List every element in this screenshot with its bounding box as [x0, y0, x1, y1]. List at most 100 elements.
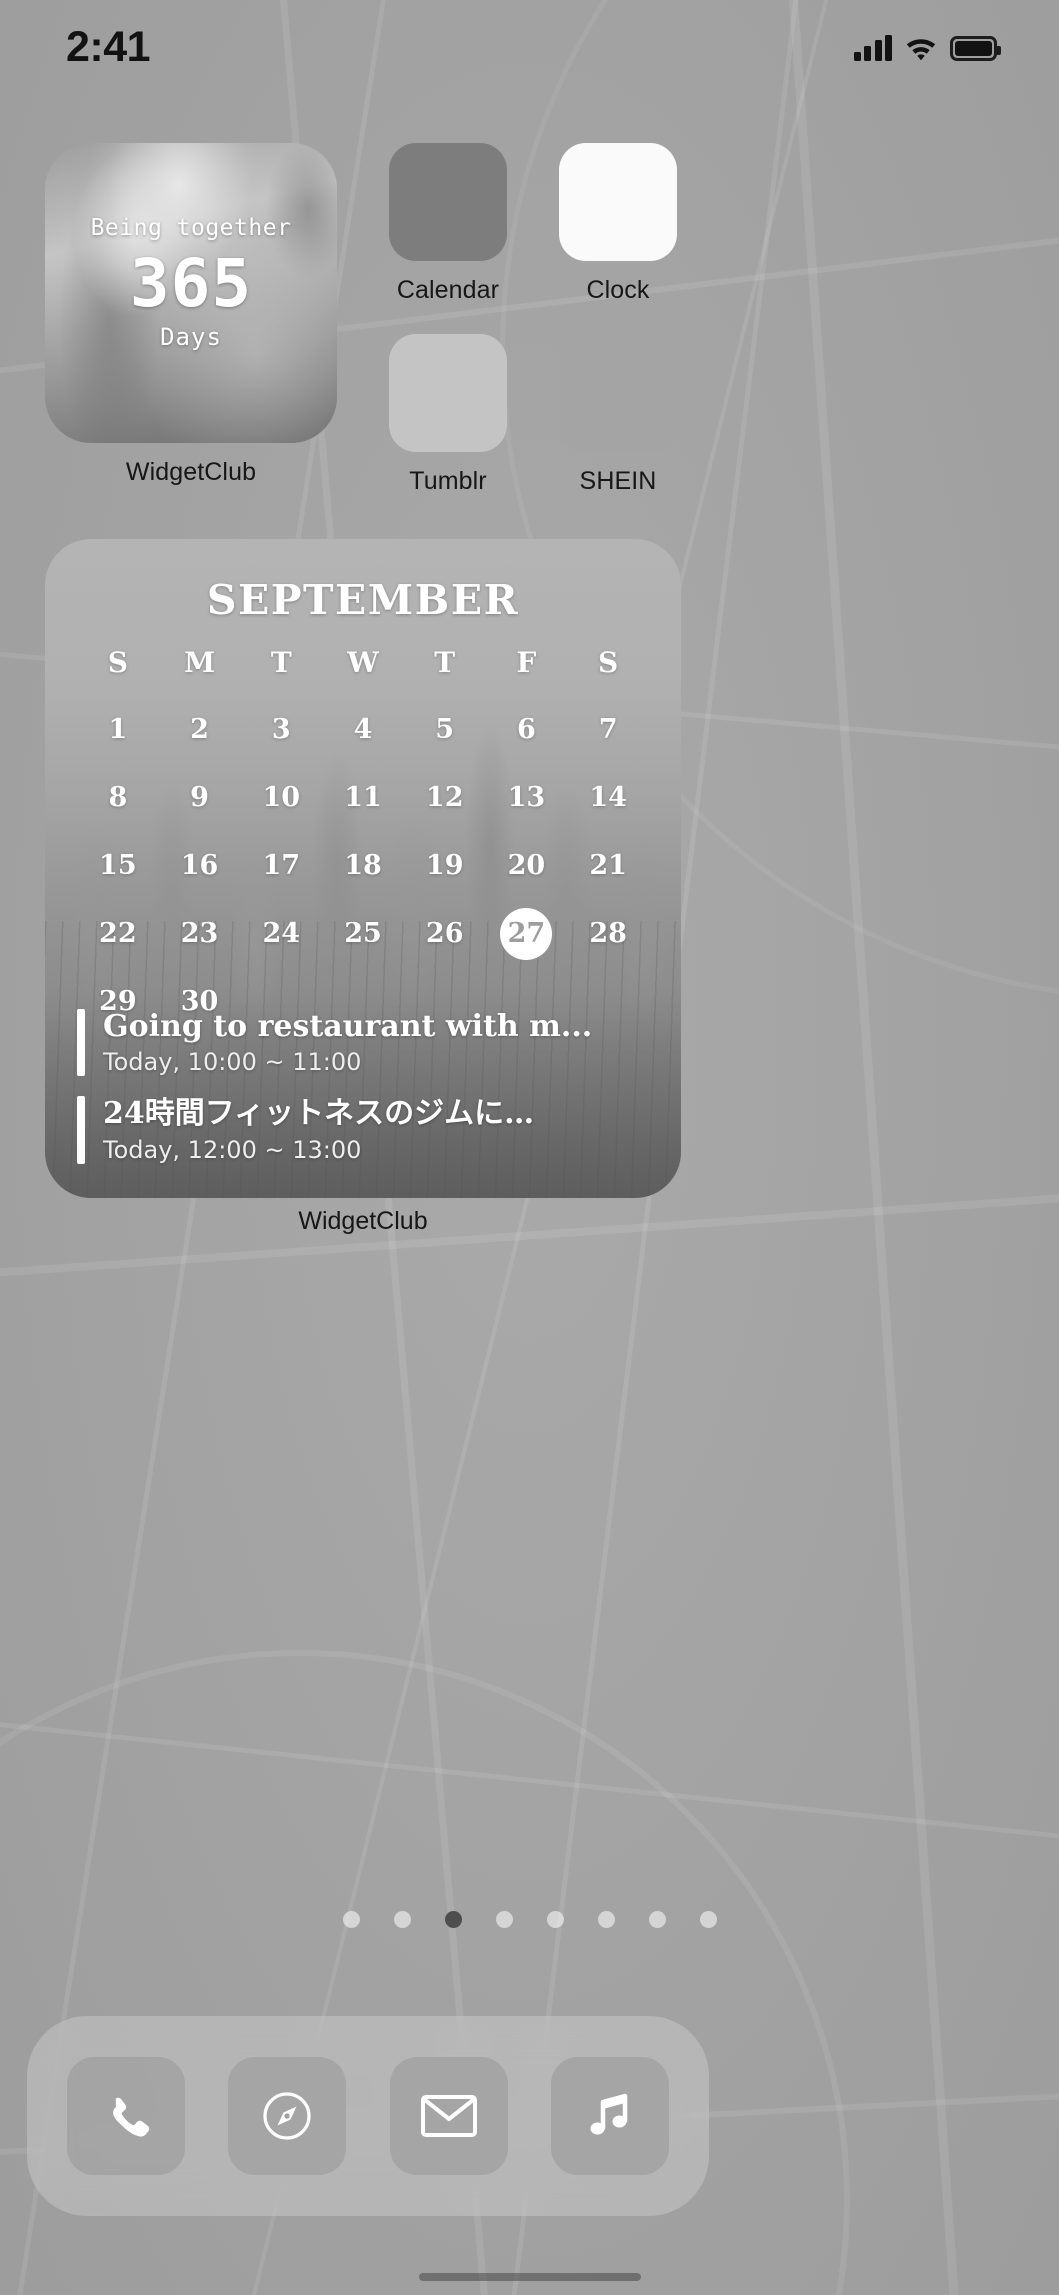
calendar-day[interactable]: 14 [567, 772, 649, 824]
app-icon-calendar[interactable]: Calendar [360, 143, 536, 305]
calendar-day[interactable]: 26 [404, 908, 486, 960]
calendar-day-number: 10 [262, 782, 301, 813]
calendar-event-list[interactable]: Going to restaurant with m... Today, 10:0… [77, 1008, 655, 1164]
calendar-day-number: 6 [517, 714, 536, 745]
event-accent-bar [77, 1008, 85, 1077]
calendar-day[interactable]: 10 [240, 772, 322, 824]
calendar-day[interactable]: 23 [159, 908, 241, 960]
page-dot[interactable] [546, 1911, 564, 1928]
page-dot[interactable] [597, 1911, 615, 1928]
calendar-day-number: 9 [190, 782, 209, 813]
calendar-day-number: 12 [425, 782, 464, 813]
calendar-day[interactable]: 16 [159, 840, 241, 892]
dock-app-phone[interactable] [66, 2057, 185, 2175]
calendar-day-number: 20 [507, 850, 546, 881]
calendar-day-number: 16 [180, 850, 219, 881]
calendar-day[interactable]: 15 [77, 840, 159, 892]
calendar-day[interactable]: 25 [322, 908, 404, 960]
tumblr-app-tile[interactable] [389, 334, 507, 452]
calendar-day-number: 14 [589, 782, 627, 813]
status-bar-indicators [853, 34, 1001, 61]
music-note-icon [590, 2093, 628, 2135]
clock-app-tile[interactable] [559, 143, 677, 261]
calendar-weekday-header: S [107, 646, 128, 679]
calendar-day[interactable]: 4 [322, 704, 404, 756]
calendar-day[interactable]: 9 [159, 772, 241, 824]
calendar-day-number: 28 [589, 918, 627, 949]
calendar-app-tile[interactable] [389, 143, 507, 261]
calendar-weekday-header: M [184, 646, 216, 679]
calendar-day[interactable]: 19 [404, 840, 486, 892]
calendar-day-today[interactable]: 27 [486, 908, 568, 960]
calendar-day[interactable]: 11 [322, 772, 404, 824]
calendar-day-number: 19 [425, 850, 464, 881]
calendar-day[interactable]: 28 [567, 908, 649, 960]
shein-app-tile[interactable] [559, 334, 677, 452]
calendar-day[interactable]: 7 [567, 704, 649, 756]
calendar-day[interactable]: 6 [486, 704, 568, 756]
calendar-grid[interactable]: S M T W T F S 1 2 3 4 5 6 7 8 9 10 11 12 13 14 15 16 17 18 19 20 21… [77, 646, 649, 1028]
envelope-icon [420, 2095, 477, 2137]
cellular-signal-icon [853, 34, 892, 61]
calendar-day-number: 11 [344, 782, 382, 813]
page-indicator-dots[interactable] [0, 1911, 1059, 1928]
calendar-weekday-header: F [516, 646, 537, 679]
home-screen: Being together 365 Days WidgetClub Calen… [0, 0, 1059, 2295]
calendar-day[interactable]: 17 [240, 840, 322, 892]
page-dot[interactable] [342, 1911, 360, 1928]
app-label-clock: Clock [586, 276, 650, 304]
calendar-day[interactable]: 5 [404, 704, 486, 756]
dock-app-music[interactable] [551, 2057, 670, 2175]
calendar-weekday-header: T [270, 646, 292, 679]
app-label-tumblr: Tumblr [409, 467, 487, 495]
calendar-day[interactable]: 21 [567, 840, 649, 892]
app-label-calendar: Calendar [396, 276, 500, 304]
calendar-day[interactable]: 20 [486, 840, 568, 892]
event-accent-bar [77, 1096, 85, 1164]
page-dot[interactable] [699, 1911, 717, 1928]
calendar-weekday-header: T [434, 646, 456, 679]
widget-calendar[interactable]: SEPTEMBER S M T W T F S 1 2 3 4 5 6 7 8 9 10 11 12 13 14 15 16… [45, 539, 681, 1198]
calendar-event-item[interactable]: Going to restaurant with m... Today, 10:0… [77, 1008, 655, 1077]
calendar-month-title: SEPTEMBER [206, 576, 520, 624]
app-icon-tumblr[interactable]: Tumblr [360, 334, 536, 496]
app-icon-clock[interactable]: Clock [530, 143, 706, 305]
calendar-day[interactable]: 3 [240, 704, 322, 756]
calendar-day-number: 15 [99, 850, 137, 881]
calendar-day-number: 7 [598, 714, 618, 745]
wifi-icon [906, 38, 936, 60]
dock-app-safari[interactable] [228, 2057, 347, 2175]
page-dot[interactable] [648, 1911, 666, 1928]
page-dot[interactable] [495, 1911, 513, 1928]
countdown-unit: Days [160, 322, 222, 351]
calendar-day[interactable]: 22 [77, 908, 159, 960]
compass-icon [263, 2092, 311, 2140]
calendar-day-number: 17 [262, 850, 301, 881]
widget-calendar-label: WidgetClub [298, 1207, 428, 1235]
status-bar-time: 2:41 [66, 23, 151, 71]
calendar-day-number: 1 [108, 714, 128, 745]
widget-photo-countdown[interactable]: Being together 365 Days [45, 143, 337, 443]
home-indicator[interactable] [418, 2273, 641, 2281]
app-icon-shein[interactable]: SHEIN [530, 334, 706, 496]
calendar-day[interactable]: 18 [322, 840, 404, 892]
calendar-day-number: 8 [108, 782, 128, 813]
page-dot[interactable] [393, 1911, 411, 1928]
phone-icon [112, 2097, 149, 2137]
page-dot-active[interactable] [444, 1911, 462, 1928]
widget-photo-label: WidgetClub [125, 458, 257, 486]
calendar-day[interactable]: 8 [77, 772, 159, 824]
dock-app-mail[interactable] [389, 2057, 508, 2175]
calendar-day[interactable]: 2 [159, 704, 241, 756]
event-text: 24時間フィットネスのジムに… Today, 12:00 ~ 13:00 [103, 1096, 534, 1164]
calendar-day-number: 25 [344, 918, 382, 949]
calendar-day[interactable]: 12 [404, 772, 486, 824]
calendar-day-number: 5 [435, 714, 455, 745]
dock [27, 2016, 709, 2216]
calendar-day[interactable]: 1 [77, 704, 159, 756]
calendar-day-number: 27 [500, 908, 553, 960]
calendar-event-item[interactable]: 24時間フィットネスのジムに… Today, 12:00 ~ 13:00 [77, 1096, 655, 1164]
calendar-day[interactable]: 24 [240, 908, 322, 960]
event-time: Today, 12:00 ~ 13:00 [103, 1136, 362, 1164]
calendar-day[interactable]: 13 [486, 772, 568, 824]
